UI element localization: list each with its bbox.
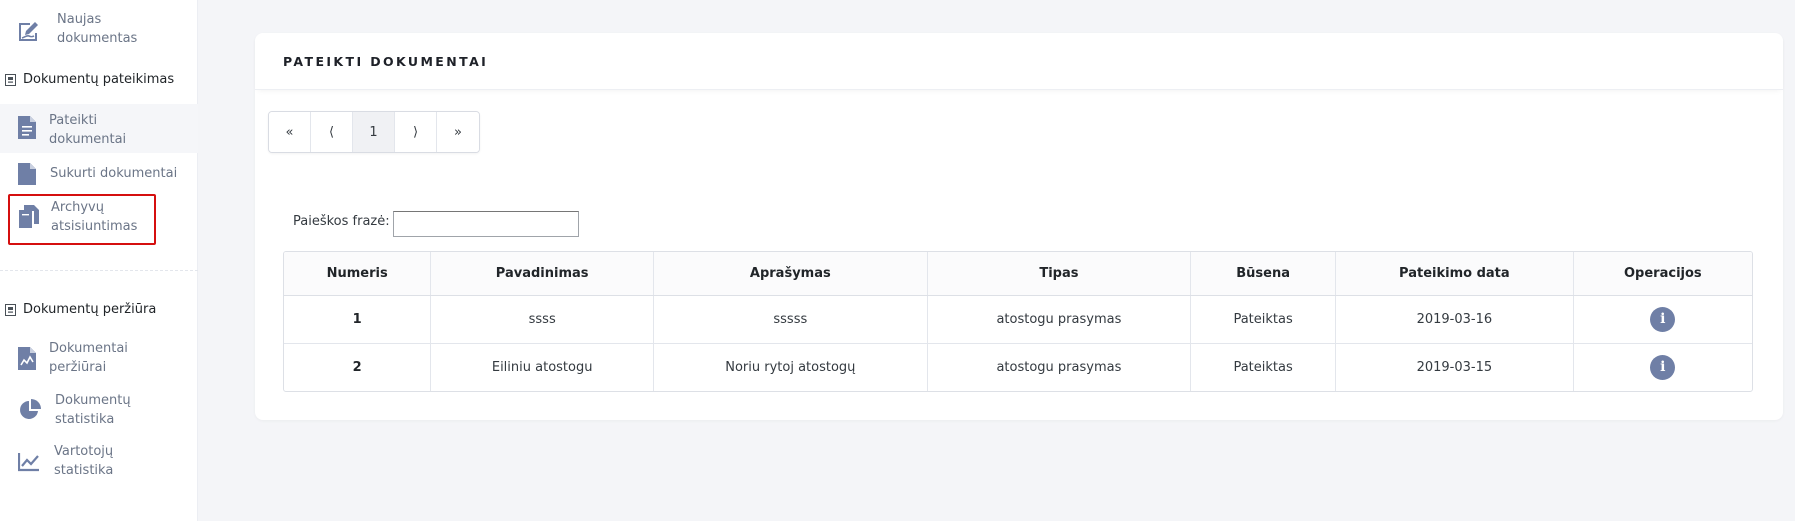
section-header-submission: Dokumentų pateikimas [0,70,198,90]
cell-description: sssss [653,295,928,344]
column-header: Pateikimo data [1335,252,1574,296]
documents-table: Numeris Pavadinimas Aprašymas Tipas Būse… [283,251,1753,392]
sidebar-item-label: Naujas dokumentas [57,12,138,46]
section-header-review: Dokumentų peržiūra [0,300,198,320]
pie-chart-icon [19,399,41,421]
column-header: Būsena [1190,252,1337,296]
cell-type: atostogu prasymas [927,295,1192,344]
section-doc-icon [5,74,16,86]
table-row: 2 Eiliniu atostogu Noriu rytoj atostogų … [284,343,1752,391]
cell-operations: i [1573,295,1752,344]
sidebar-item-created-documents[interactable]: Sukurti dokumentai [0,159,198,189]
table-header-row: Numeris Pavadinimas Aprašymas Tipas Būse… [284,252,1752,296]
highlight-box [8,194,156,245]
section-doc-icon [5,304,16,316]
sidebar-item-label: Dokumentai peržiūrai [49,341,128,375]
cell-date: 2019-03-16 [1335,295,1574,344]
cell-date: 2019-03-15 [1335,343,1574,391]
section-title: Dokumentų pateikimas [23,72,175,87]
pagination-first-button[interactable]: « [269,112,311,152]
sidebar-item-documents-review[interactable]: Dokumentai peržiūrai [0,337,198,381]
column-header: Numeris [284,252,432,296]
sidebar-item-label: Pateikti dokumentai [49,113,127,147]
sidebar-item-documents-statistics[interactable]: Dokumentų statistika [0,388,198,432]
pagination-last-button[interactable]: » [437,112,479,152]
sidebar-item-label: Vartotojų statistika [54,444,114,478]
column-header: Aprašymas [653,252,928,296]
document-lines-icon [18,116,36,139]
cell-name: Eiliniu atostogu [430,343,655,391]
cell-number: 2 [284,343,432,391]
section-title: Dokumentų peržiūra [23,302,157,317]
search-input[interactable] [393,211,579,237]
pagination-prev-button[interactable]: ⟨ [311,112,353,152]
column-header: Operacijos [1573,252,1752,296]
search-label: Paieškos frazė: [293,214,390,229]
pagination-next-button[interactable]: ⟩ [395,112,437,152]
pagination: « ⟨ 1 ⟩ » [268,111,480,153]
sidebar-divider [0,270,198,271]
sidebar-item-users-statistics[interactable]: Vartotojų statistika [0,440,198,484]
sidebar: Naujas dokumentas Dokumentų pateikimas Pa… [0,0,198,521]
cell-number: 1 [284,295,432,344]
edit-document-icon [17,19,43,43]
document-chart-icon [18,347,36,370]
sidebar-item-submitted-documents[interactable]: Pateikti dokumentai [0,104,198,153]
column-header: Tipas [927,252,1192,296]
card-header: PATEIKTI DOKUMENTAI [255,33,1783,90]
sidebar-item-label: Dokumentų statistika [55,393,131,427]
column-header: Pavadinimas [430,252,655,296]
cell-description: Noriu rytoj atostogų [653,343,928,391]
info-icon[interactable]: i [1650,306,1676,332]
info-icon[interactable]: i [1650,354,1676,380]
cell-status: Pateiktas [1190,295,1337,344]
table-row: 1 ssss sssss atostogu prasymas Pateiktas… [284,295,1752,344]
sidebar-item-new-document[interactable]: Naujas dokumentas [0,8,198,54]
cell-status: Pateiktas [1190,343,1337,391]
line-chart-icon [18,452,40,472]
document-icon [18,163,36,185]
page-title: PATEIKTI DOKUMENTAI [283,54,489,69]
sidebar-item-label: Sukurti dokumentai [50,166,178,181]
cell-type: atostogu prasymas [927,343,1192,391]
cell-name: ssss [430,295,655,344]
cell-operations: i [1573,343,1752,391]
pagination-page-button[interactable]: 1 [353,112,395,152]
documents-card: PATEIKTI DOKUMENTAI « ⟨ 1 ⟩ » Paieškos f… [255,33,1783,420]
